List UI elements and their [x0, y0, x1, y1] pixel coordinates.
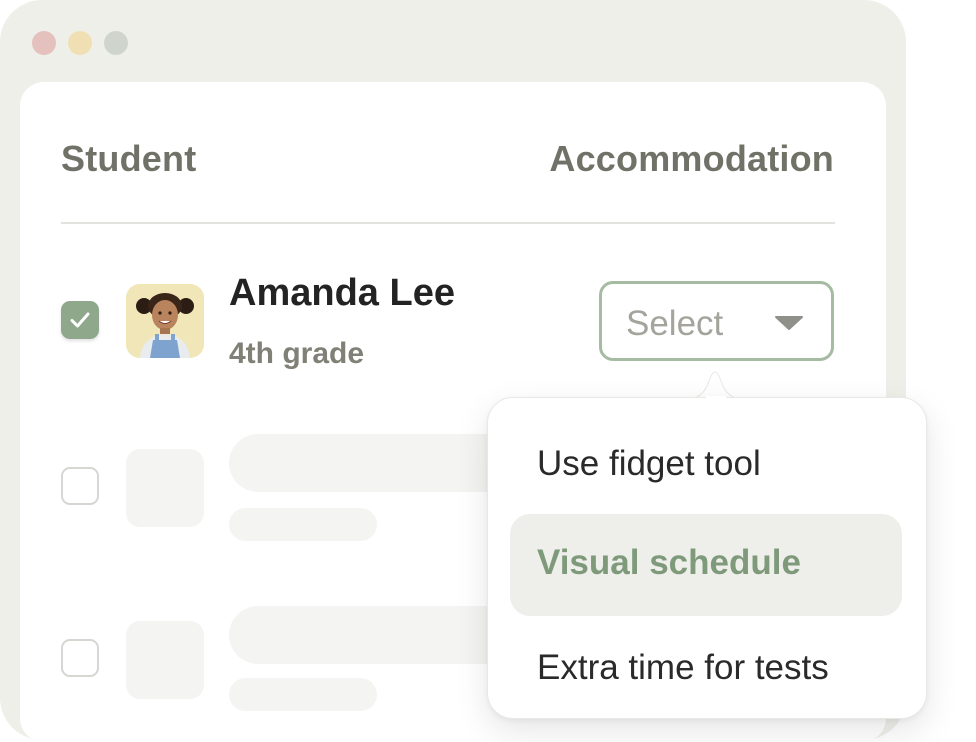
accommodation-select[interactable]: Select: [599, 281, 834, 361]
window-close-dot[interactable]: [32, 31, 56, 55]
avatar-placeholder: [126, 449, 204, 527]
caret-down-icon: [775, 316, 803, 330]
student-column-header: Student: [61, 138, 197, 179]
menu-item-visual-schedule[interactable]: Visual schedule: [510, 514, 902, 616]
student-checkbox-checked[interactable]: [61, 301, 99, 339]
student-grade: 4th grade: [229, 337, 365, 370]
name-placeholder: [229, 434, 529, 492]
menu-item-label: Extra time for tests: [537, 648, 829, 687]
checkmark-icon: [70, 312, 90, 328]
grade-placeholder: [229, 508, 377, 541]
student-checkbox[interactable]: [61, 467, 99, 505]
avatar-placeholder: [126, 621, 204, 699]
grade-placeholder: [229, 678, 377, 711]
menu-item-label: Visual schedule: [537, 543, 801, 582]
accommodation-column-header: Accommodation: [549, 138, 834, 179]
menu-item-extra-time-for-tests[interactable]: Extra time for tests: [510, 620, 902, 722]
menu-item-use-fidget-tool[interactable]: Use fidget tool: [510, 404, 902, 506]
student-name: Amanda Lee: [229, 272, 455, 314]
student-checkbox[interactable]: [61, 639, 99, 677]
name-placeholder: [229, 606, 529, 664]
select-placeholder: Select: [626, 304, 724, 343]
window-minimize-dot[interactable]: [68, 31, 92, 55]
menu-item-label: Use fidget tool: [537, 444, 761, 483]
header-divider: [61, 222, 835, 224]
window-zoom-dot[interactable]: [104, 31, 128, 55]
accommodation-dropdown: Use fidget tool Visual schedule Extra ti…: [487, 397, 927, 719]
pointer-seam-cover: [706, 396, 726, 400]
student-avatar: [126, 284, 204, 358]
